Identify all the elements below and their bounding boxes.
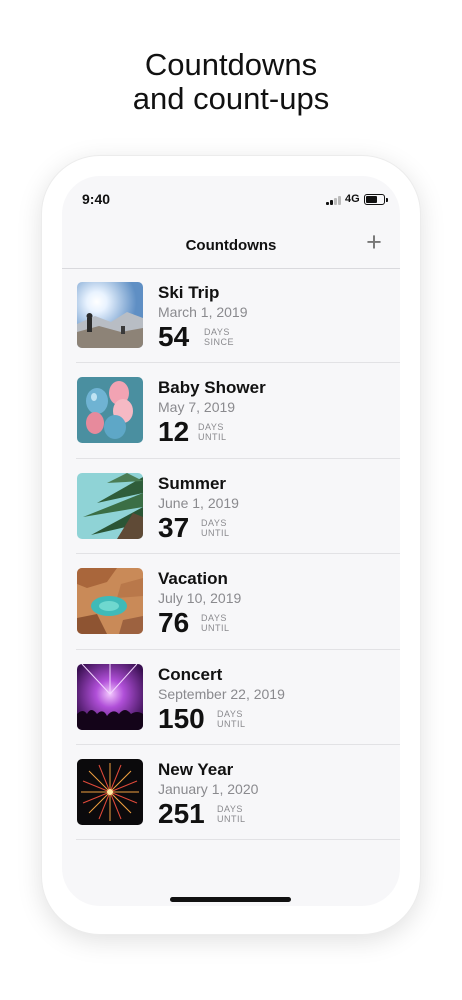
event-title: Baby Shower	[158, 378, 266, 398]
unit-days: DAYS	[217, 803, 243, 814]
day-count: 251	[158, 797, 205, 829]
count-unit: DAYS UNTIL	[201, 613, 230, 633]
phone-frame: 9:40 4G Countdowns + Ski Trip March 1, 2…	[42, 156, 420, 934]
day-count: 12	[158, 416, 190, 448]
event-date: May 7, 2019	[158, 399, 236, 416]
event-date: June 1, 2019	[158, 494, 239, 511]
event-title: Ski Trip	[158, 283, 220, 302]
day-count: 54	[158, 321, 190, 352]
countdown-list: Ski Trip March 1, 2019 54 DAYS SINCE Bab…	[62, 268, 400, 841]
event-title: Summer	[158, 473, 227, 493]
nav-title: Countdowns	[185, 237, 277, 254]
list-item[interactable]: New Year January 1, 2020 251 DAYS UNTIL	[62, 745, 400, 841]
event-date: January 1, 2020	[158, 780, 259, 797]
day-count: 150	[158, 702, 205, 734]
day-count: 37	[158, 511, 190, 543]
unit-direction: UNTIL	[217, 718, 246, 729]
unit-direction: UNTIL	[201, 527, 230, 538]
unit-direction: UNTIL	[201, 623, 230, 634]
event-date: September 22, 2019	[158, 685, 285, 702]
concert-crowd-photo	[77, 663, 143, 730]
battery-icon	[364, 194, 388, 205]
palm-pool-photo	[77, 472, 143, 539]
unit-direction: UNTIL	[217, 813, 246, 824]
home-indicator[interactable]	[170, 897, 291, 902]
unit-days: DAYS	[204, 327, 230, 337]
day-count: 76	[158, 607, 190, 639]
beach-cove-photo	[77, 568, 143, 635]
balloons-photo	[77, 377, 143, 444]
count-unit: DAYS UNTIL	[198, 422, 227, 442]
unit-direction: UNTIL	[198, 432, 227, 443]
ski-trip-photo	[77, 282, 143, 348]
signal-icon	[326, 195, 342, 205]
app-screen: 9:40 4G Countdowns + Ski Trip March 1, 2…	[62, 176, 400, 906]
headline: Countdowns and count-ups	[0, 48, 462, 116]
event-title: Vacation	[158, 569, 228, 589]
list-item[interactable]: Baby Shower May 7, 2019 12 DAYS UNTIL	[62, 363, 400, 460]
network-label: 4G	[345, 193, 360, 205]
list-item[interactable]: Summer June 1, 2019 37 DAYS UNTIL	[62, 459, 400, 555]
headline-line-2: and count-ups	[132, 81, 330, 116]
count-unit: DAYS UNTIL	[201, 518, 230, 538]
count-unit: DAYS SINCE	[204, 327, 234, 347]
event-title: Concert	[158, 664, 223, 684]
navigation-bar: Countdowns +	[62, 222, 400, 269]
status-time: 9:40	[82, 191, 111, 207]
unit-days: DAYS	[198, 422, 224, 433]
event-date: March 1, 2019	[158, 304, 248, 320]
unit-direction: SINCE	[204, 337, 235, 347]
event-title: New Year	[158, 759, 234, 779]
list-item[interactable]: Ski Trip March 1, 2019 54 DAYS SINCE	[62, 268, 400, 364]
plus-icon[interactable]: +	[362, 229, 386, 256]
unit-days: DAYS	[201, 613, 227, 624]
list-item[interactable]: Concert September 22, 2019 150 DAYS UNTI…	[62, 650, 400, 746]
count-unit: DAYS UNTIL	[217, 709, 246, 729]
list-item[interactable]: Vacation July 10, 2019 76 DAYS UNTIL	[62, 554, 400, 650]
unit-days: DAYS	[201, 517, 227, 528]
event-date: July 10, 2019	[158, 590, 242, 607]
unit-days: DAYS	[217, 708, 243, 719]
status-bar: 9:40 4G	[62, 176, 400, 222]
count-unit: DAYS UNTIL	[217, 804, 246, 824]
fireworks-photo	[77, 758, 143, 825]
headline-line-1: Countdowns	[144, 47, 318, 82]
